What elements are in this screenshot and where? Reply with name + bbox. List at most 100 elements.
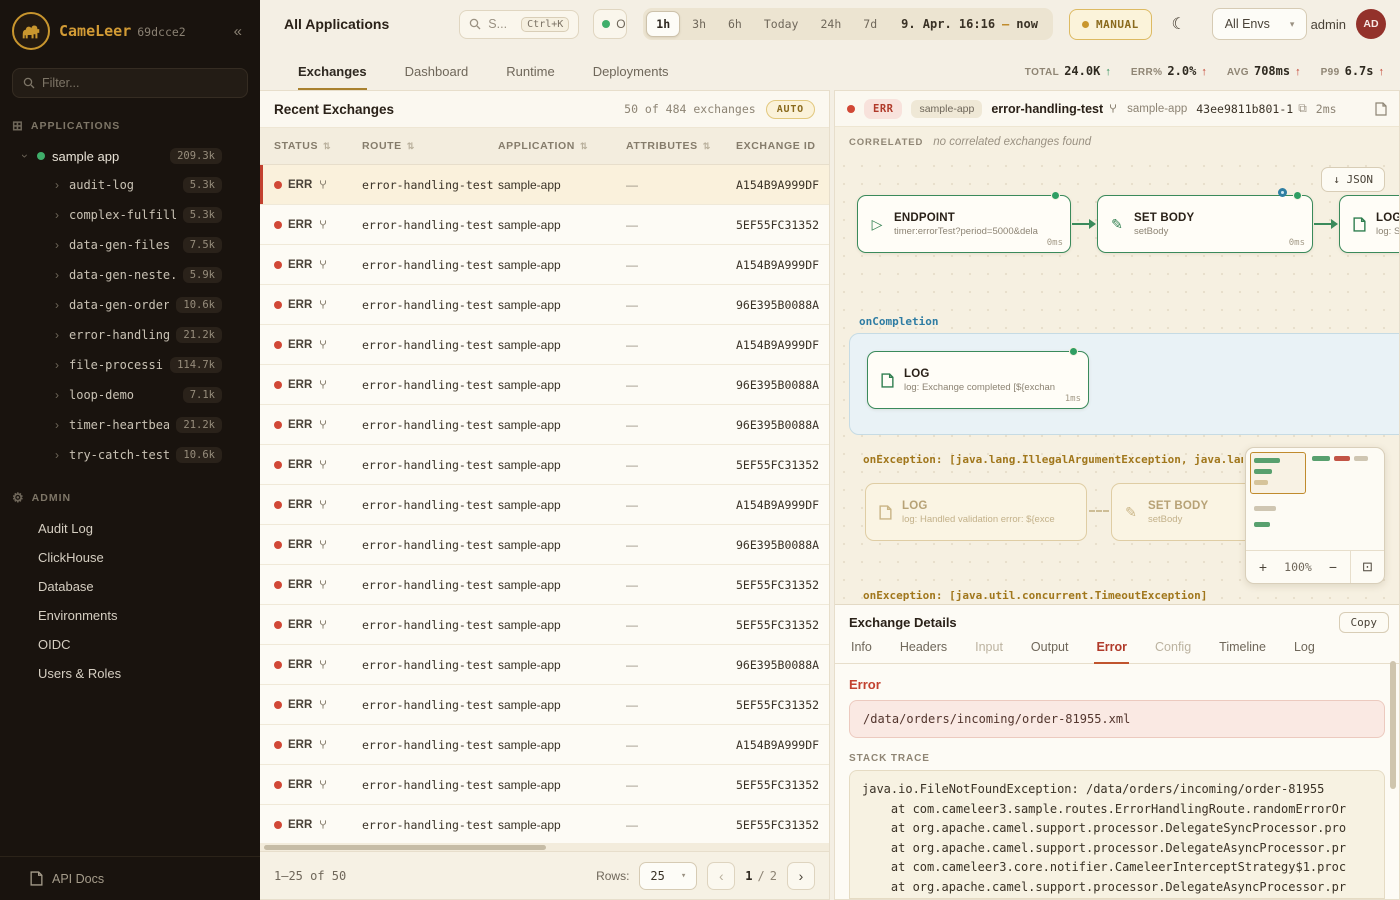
table-row[interactable]: ERR error-handling-test sample-app — 5EF… [260,685,829,725]
search-icon [23,77,35,89]
sidebar-route-item[interactable]: › data-gen-files 7.5k [0,230,260,260]
tab-runtime[interactable]: Runtime [506,64,554,90]
search-input[interactable]: S... Ctrl+K [459,10,579,39]
table-row[interactable]: ERR error-handling-test sample-app — A15… [260,725,829,765]
time-range-3h[interactable]: 3h [682,11,716,37]
manual-refresh-button[interactable]: MANUAL [1069,9,1152,40]
column-header-attributes[interactable]: ATTRIBUTES⇅ [626,140,736,152]
tab-dashboard[interactable]: Dashboard [405,64,469,90]
download-json-button[interactable]: ↓ JSON [1321,167,1385,192]
dark-mode-toggle[interactable]: ☾ [1162,7,1196,41]
copy-exchange-icon[interactable] [1375,102,1387,116]
sidebar-route-item[interactable]: › audit-log 5.3k [0,170,260,200]
table-row[interactable]: ERR error-handling-test sample-app — A15… [260,485,829,525]
stack-trace-label: STACK TRACE [835,738,1399,764]
column-header-exchange-id[interactable]: EXCHANGE ID [736,140,829,152]
table-row[interactable]: ERR error-handling-test sample-app — 5EF… [260,445,829,485]
table-row[interactable]: ERR error-handling-test sample-app — 5EF… [260,765,829,805]
table-row[interactable]: ERR error-handling-test sample-app — A15… [260,245,829,285]
scrollbar-thumb[interactable] [264,845,546,850]
node-status-dot [1051,191,1060,200]
flow-node-endpoint[interactable]: ▷ ENDPOINT timer:errorTest?period=5000&d… [857,195,1071,253]
fit-view-button[interactable]: ⊡ [1350,551,1384,583]
table-row[interactable]: ERR error-handling-test sample-app — 5EF… [260,565,829,605]
copy-stack-trace-button[interactable]: Copy [1339,612,1390,633]
time-range-today[interactable]: Today [754,11,809,37]
time-range-1h[interactable]: 1h [646,11,680,37]
table-row[interactable]: ERR error-handling-test sample-app — 96E… [260,525,829,565]
error-status-dot [274,181,282,189]
auto-refresh-badge[interactable]: AUTO [766,100,815,119]
vertical-scrollbar-thumb[interactable] [1390,661,1396,789]
next-page-button[interactable]: › [787,862,815,890]
sidebar-collapse-button[interactable]: « [228,21,248,42]
date-range-picker[interactable]: 9. Apr. 16:16 — now [889,17,1050,31]
sidebar-item-sample-app[interactable]: › sample app 209.3k [0,142,260,170]
time-range-6h[interactable]: 6h [718,11,752,37]
trend-up-icon: ↑ [1379,66,1385,78]
sidebar-route-item[interactable]: › timer-heartbeat 21.2k [0,410,260,440]
sidebar-admin-item[interactable]: Environments [0,601,260,630]
sidebar-filter-input[interactable]: Filter... [12,68,248,98]
sidebar-route-item[interactable]: › data-gen-orders 10.6k [0,290,260,320]
sidebar-admin-item[interactable]: Database [0,572,260,601]
column-header-application[interactable]: APPLICATION⇅ [498,140,626,152]
error-status-dot [274,461,282,469]
sidebar-route-item[interactable]: › loop-demo 7.1k [0,380,260,410]
route-flow-canvas[interactable]: ↓ JSON ▷ ENDPOINT timer:errorTest?period… [835,157,1399,604]
zoom-out-button[interactable]: − [1316,559,1350,575]
sidebar-route-item[interactable]: › complex-fulfillm... 5.3k [0,200,260,230]
table-row[interactable]: ERR error-handling-test sample-app — 5EF… [260,605,829,645]
sidebar-route-item[interactable]: › data-gen-neste... 5.9k [0,260,260,290]
detail-exchange-id[interactable]: 43ee9811b801-1 ⧉ [1196,101,1307,116]
flow-node-setbody[interactable]: ✎ SET BODY setBody 0ms [1097,195,1313,253]
rows-per-page-select[interactable]: 25 ▾ [639,862,697,890]
minimap-canvas[interactable] [1246,448,1384,551]
error-status-dot [274,541,282,549]
column-header-route[interactable]: ROUTE⇅ [362,140,498,152]
flow-node-completion-log[interactable]: LOG log: Exchange completed [${exchan 1m… [867,351,1089,409]
error-status-dot [274,701,282,709]
error-status-dot [274,501,282,509]
avatar[interactable]: AD [1356,9,1386,39]
column-header-status[interactable]: STATUS⇅ [274,140,362,152]
copy-icon[interactable]: ⧉ [1298,101,1307,116]
table-row[interactable]: ERR error-handling-test sample-app — 5EF… [260,805,829,843]
sidebar-route-item[interactable]: › error-handling-... 21.2k [0,320,260,350]
trend-up-icon: ↑ [1295,66,1301,78]
sidebar-admin-item[interactable]: Audit Log [0,514,260,543]
table-row[interactable]: ERR error-handling-test sample-app — 5EF… [260,205,829,245]
exchange-table-body: ERR error-handling-test sample-app — A15… [260,165,829,843]
table-row[interactable]: ERR error-handling-test sample-app — 96E… [260,365,829,405]
zoom-in-button[interactable]: + [1246,559,1280,575]
live-toggle[interactable]: O [593,9,627,39]
tab-headers[interactable]: Headers [898,636,949,663]
tab-log[interactable]: Log [1292,636,1317,663]
sidebar-route-item[interactable]: › try-catch-test 10.6k [0,440,260,470]
time-range-24h[interactable]: 24h [810,11,851,37]
flow-node-exception-log[interactable]: LOG log: Handled validation error: ${exc… [865,483,1087,541]
sidebar-admin-item[interactable]: ClickHouse [0,543,260,572]
sidebar-api-docs[interactable]: API Docs [0,856,260,900]
tab-timeline[interactable]: Timeline [1217,636,1268,663]
tab-exchanges[interactable]: Exchanges [298,64,367,90]
detail-route-name[interactable]: error-handling-test [991,102,1118,116]
tab-output[interactable]: Output [1029,636,1071,663]
table-row[interactable]: ERR error-handling-test sample-app — A15… [260,165,829,205]
table-row[interactable]: ERR error-handling-test sample-app — A15… [260,325,829,365]
prev-page-button[interactable]: ‹ [707,862,735,890]
sidebar-route-item[interactable]: › file-processing 114.7k [0,350,260,380]
tab-deployments[interactable]: Deployments [593,64,669,90]
tab-info[interactable]: Info [849,636,874,663]
table-row[interactable]: ERR error-handling-test sample-app — 96E… [260,285,829,325]
sidebar-admin-item[interactable]: Users & Roles [0,659,260,688]
chevron-right-icon: › [52,358,62,372]
table-row[interactable]: ERR error-handling-test sample-app — 96E… [260,405,829,445]
sidebar-admin-item[interactable]: OIDC [0,630,260,659]
tab-error[interactable]: Error [1094,636,1129,664]
flow-node-log[interactable]: LOG log: Sta [1339,195,1399,253]
time-range-7d[interactable]: 7d [853,11,887,37]
environment-select[interactable]: All Envs ▾ [1212,8,1308,40]
table-row[interactable]: ERR error-handling-test sample-app — 96E… [260,645,829,685]
stack-trace-block[interactable]: java.io.FileNotFoundException: /data/ord… [849,770,1385,899]
